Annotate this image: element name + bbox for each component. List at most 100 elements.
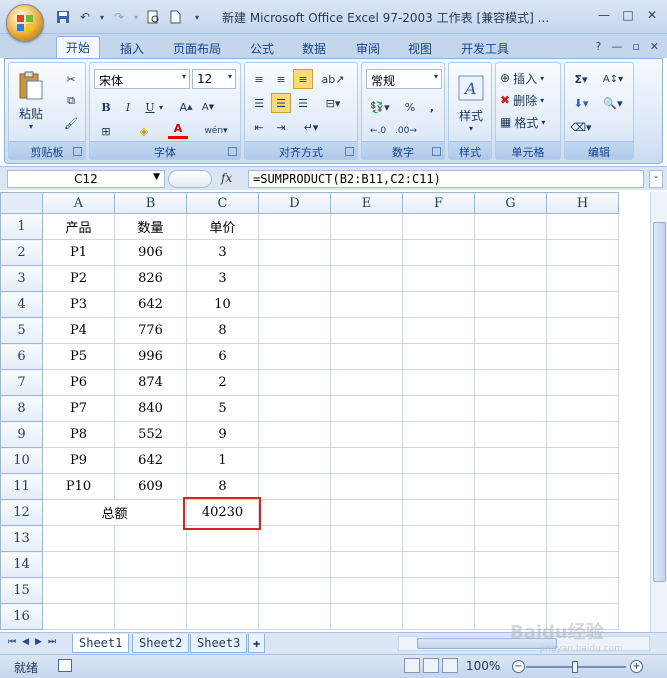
font-name-combo[interactable]: 宋体 ▾ (94, 69, 190, 89)
cell[interactable] (258, 447, 331, 474)
cell[interactable]: 8 (186, 473, 259, 500)
cell[interactable] (402, 369, 475, 396)
cell[interactable] (330, 473, 403, 500)
cell[interactable]: 996 (114, 343, 187, 370)
cell[interactable]: 产品 (42, 213, 115, 240)
orientation-icon[interactable]: ab↗ (319, 69, 347, 89)
zoom-out-icon[interactable]: − (512, 660, 525, 673)
expand-formula-bar-icon[interactable]: ⌄ (649, 170, 663, 188)
align-bottom-icon[interactable]: ≡ (293, 69, 313, 89)
column-header[interactable]: C (186, 192, 259, 214)
last-sheet-icon[interactable]: ⏭ (48, 637, 56, 647)
cell-total-label[interactable]: 总额 (42, 499, 187, 526)
cell[interactable]: 10 (186, 291, 259, 318)
tab-review[interactable]: 审阅 (346, 38, 390, 58)
cell[interactable]: P8 (42, 421, 115, 448)
office-button[interactable] (6, 4, 44, 42)
font-launcher-icon[interactable] (228, 147, 237, 156)
cell[interactable]: 6 (186, 343, 259, 370)
align-center-icon[interactable]: ☰ (271, 93, 291, 113)
cell[interactable]: P10 (42, 473, 115, 500)
zoom-slider[interactable]: − + (512, 660, 643, 674)
cell[interactable] (258, 577, 331, 604)
undo-dropdown-icon[interactable]: ▾ (98, 8, 106, 26)
cell[interactable]: 874 (114, 369, 187, 396)
cell[interactable] (474, 291, 547, 318)
normal-view-icon[interactable] (404, 658, 420, 673)
column-header[interactable]: F (402, 192, 475, 214)
cell[interactable] (474, 265, 547, 292)
number-launcher-icon[interactable] (432, 147, 441, 156)
alignment-launcher-icon[interactable] (345, 147, 354, 156)
maximize-icon[interactable]: □ (617, 6, 639, 24)
select-all-corner[interactable] (0, 192, 43, 214)
undo-icon[interactable]: ↶ (76, 8, 94, 26)
row-header[interactable]: 1 (0, 213, 43, 240)
cell[interactable] (330, 343, 403, 370)
cell[interactable] (402, 473, 475, 500)
tab-formulas[interactable]: 公式 (240, 38, 284, 58)
cell[interactable]: 840 (114, 395, 187, 422)
align-left-icon[interactable]: ☰ (249, 93, 269, 113)
row-header[interactable]: 15 (0, 577, 43, 604)
cell[interactable] (546, 239, 619, 266)
cell[interactable] (402, 395, 475, 422)
cell[interactable] (42, 525, 115, 552)
cell[interactable] (546, 317, 619, 344)
cell[interactable] (42, 577, 115, 604)
row-header[interactable]: 8 (0, 395, 43, 422)
cell[interactable] (114, 577, 187, 604)
cell[interactable] (330, 499, 403, 526)
row-header[interactable]: 6 (0, 343, 43, 370)
row-header[interactable]: 16 (0, 603, 43, 630)
cell[interactable] (546, 499, 619, 526)
tab-view[interactable]: 视图 (398, 38, 442, 58)
tab-insert[interactable]: 插入 (110, 38, 154, 58)
row-header[interactable]: 10 (0, 447, 43, 474)
cell[interactable] (330, 369, 403, 396)
cell[interactable] (402, 447, 475, 474)
cell[interactable] (258, 473, 331, 500)
underline-dropdown-icon[interactable]: ▾ (156, 97, 166, 117)
increase-font-icon[interactable]: A ▲ (176, 97, 196, 117)
currency-icon[interactable]: 💱▾ (366, 97, 394, 117)
row-header[interactable]: 14 (0, 551, 43, 578)
row-header[interactable]: 12 (0, 499, 43, 526)
cell[interactable] (258, 369, 331, 396)
copy-icon[interactable]: ⧉ (61, 91, 81, 111)
autosum-icon[interactable]: Σ▾ (571, 69, 591, 89)
page-layout-view-icon[interactable] (423, 658, 439, 673)
cell[interactable] (546, 551, 619, 578)
ribbon-minimize-icon[interactable]: — (611, 40, 622, 53)
help-icon[interactable]: ? (595, 40, 601, 53)
cell[interactable] (474, 499, 547, 526)
column-header[interactable]: E (330, 192, 403, 214)
cell[interactable] (258, 291, 331, 318)
cell[interactable] (546, 421, 619, 448)
paste-button[interactable]: 粘贴 ▾ (15, 69, 47, 133)
cell[interactable] (258, 525, 331, 552)
cell[interactable]: 552 (114, 421, 187, 448)
cell[interactable] (114, 551, 187, 578)
cell[interactable] (402, 577, 475, 604)
cell[interactable] (546, 343, 619, 370)
wrap-text-icon[interactable]: ↵▾ (297, 117, 325, 137)
cell[interactable]: P5 (42, 343, 115, 370)
cell[interactable]: 2 (186, 369, 259, 396)
cell[interactable] (402, 603, 475, 630)
sheet-tab-sheet1[interactable]: Sheet1 (72, 634, 130, 653)
cell[interactable]: 826 (114, 265, 187, 292)
increase-decimal-icon[interactable]: ←.0 (366, 121, 390, 141)
cell[interactable] (258, 343, 331, 370)
cell[interactable] (546, 525, 619, 552)
row-header[interactable]: 9 (0, 421, 43, 448)
cell[interactable] (330, 317, 403, 344)
row-header[interactable]: 13 (0, 525, 43, 552)
row-header[interactable]: 11 (0, 473, 43, 500)
align-right-icon[interactable]: ☰ (293, 93, 313, 113)
cell[interactable] (330, 265, 403, 292)
cell[interactable] (258, 395, 331, 422)
cell[interactable] (402, 551, 475, 578)
cell[interactable]: 642 (114, 447, 187, 474)
cell[interactable] (546, 577, 619, 604)
